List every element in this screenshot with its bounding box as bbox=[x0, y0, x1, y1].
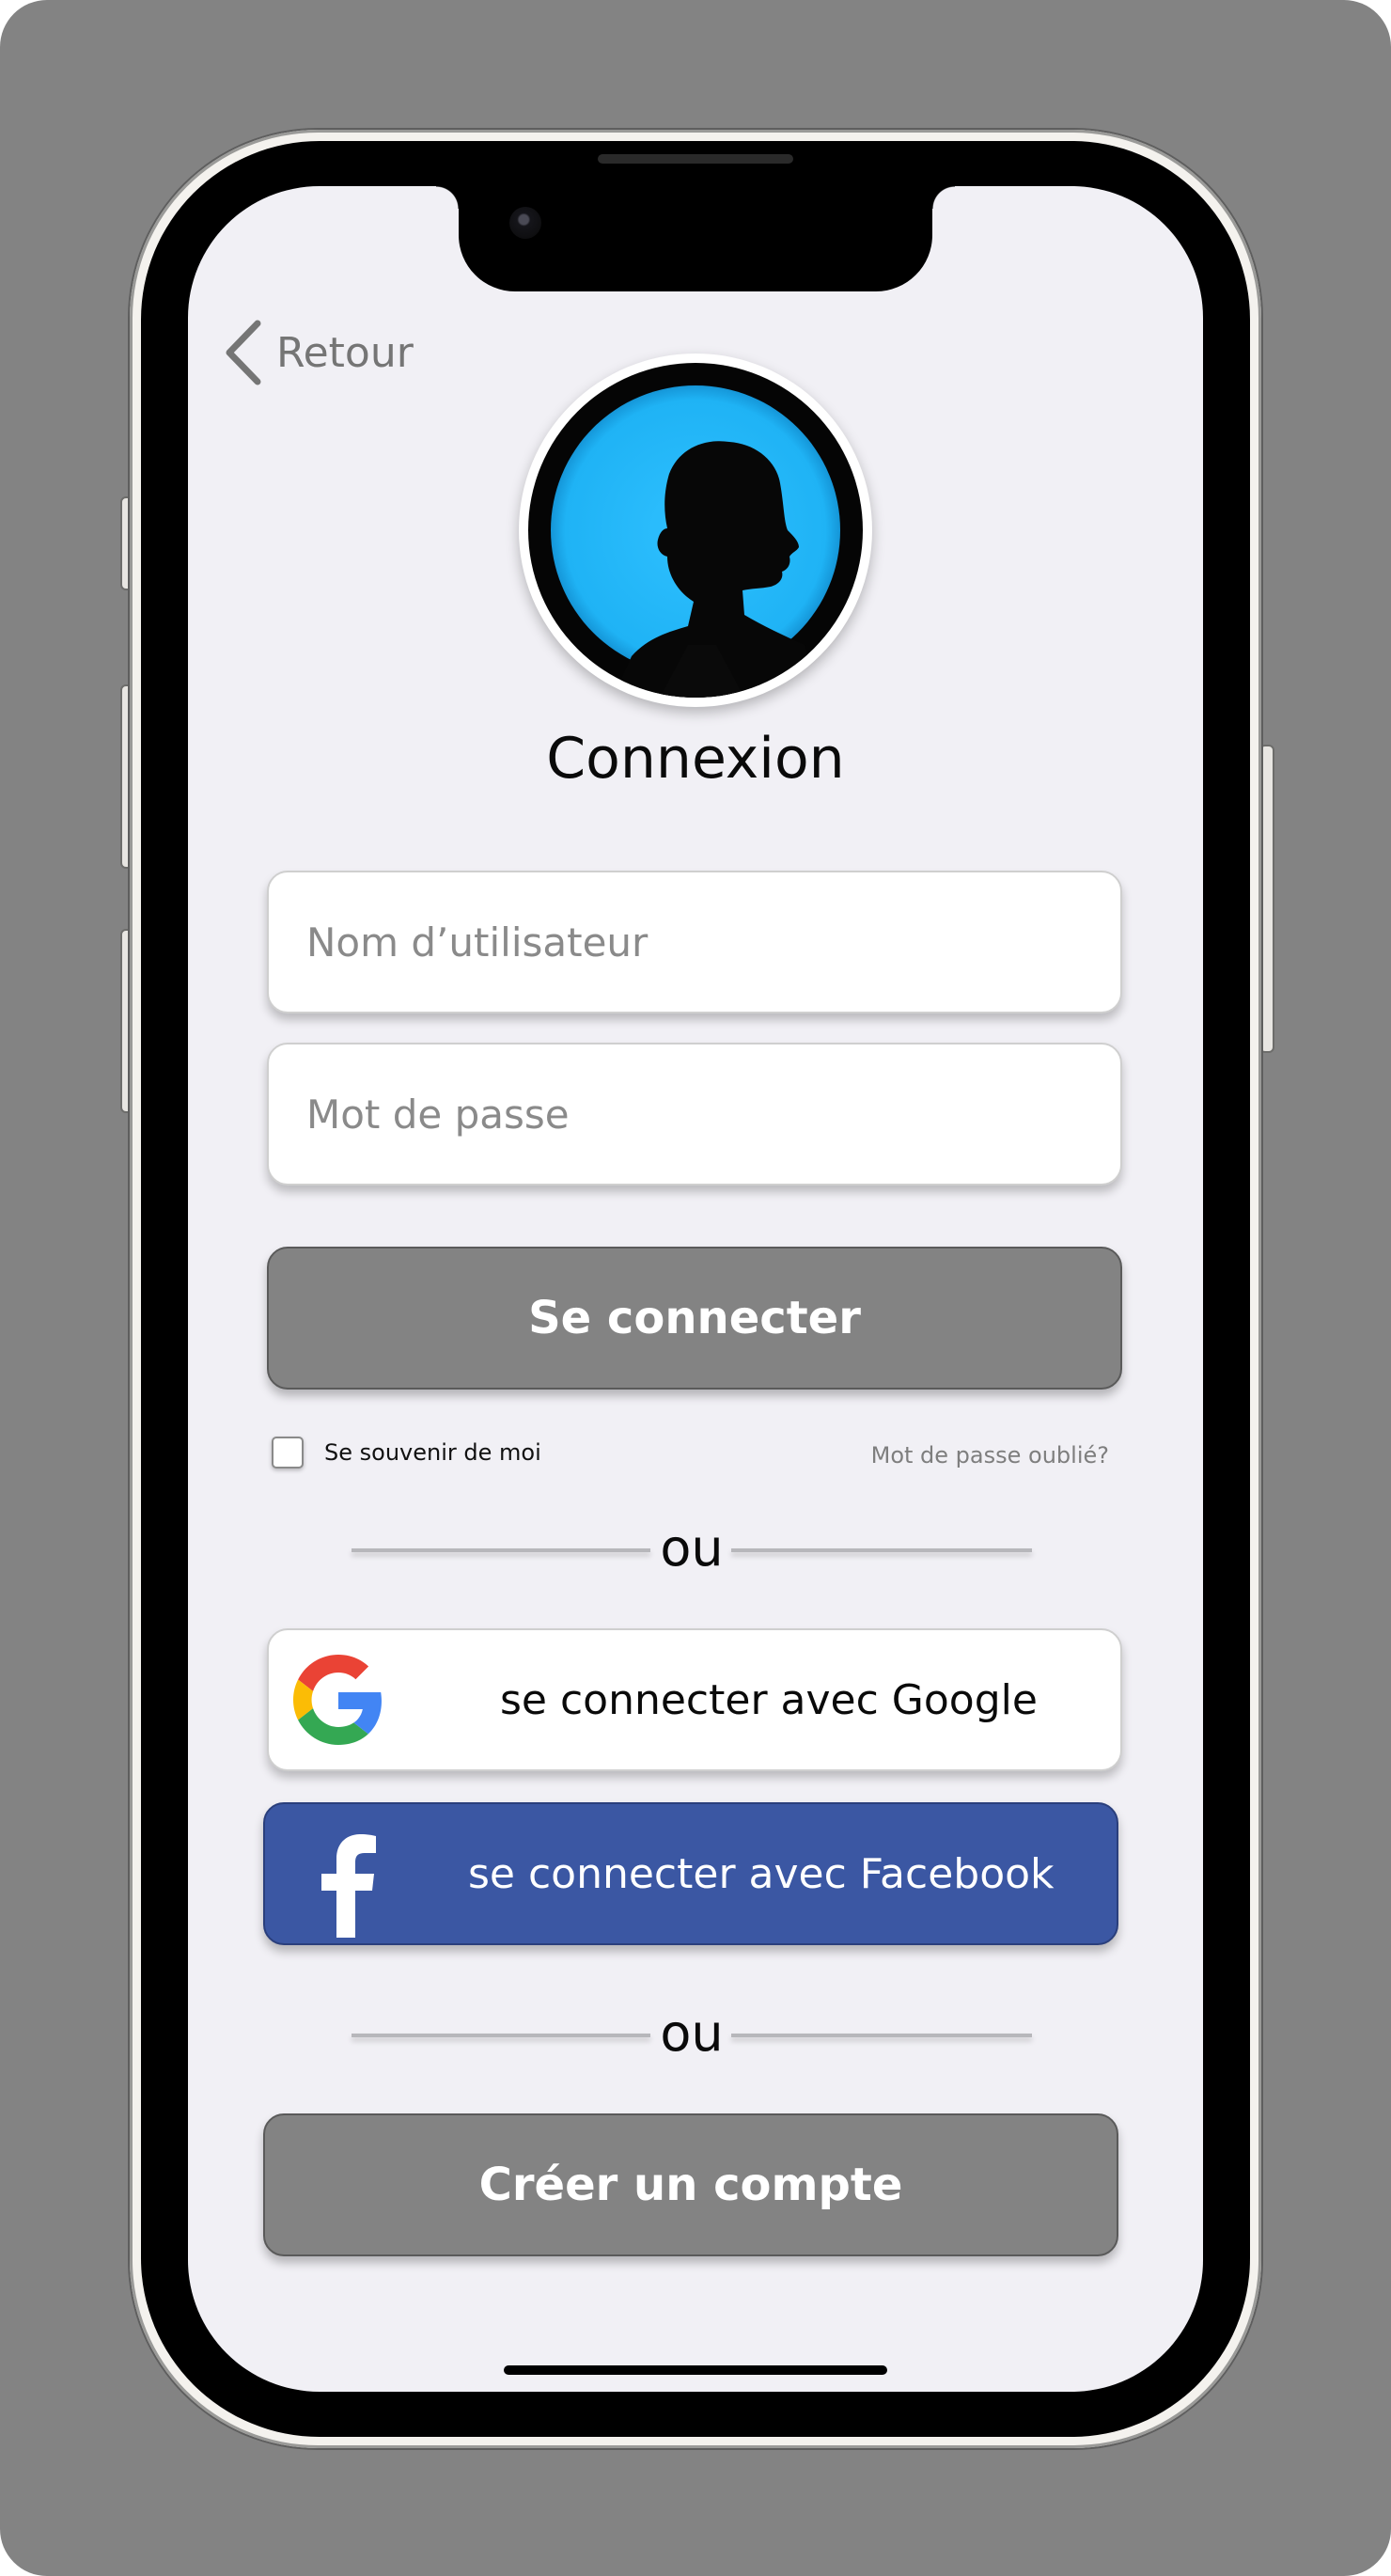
page-title: Connexion bbox=[546, 726, 845, 792]
back-label: Retour bbox=[276, 328, 414, 377]
chevron-left-icon bbox=[226, 320, 261, 385]
divider-or-2: ou bbox=[352, 2001, 1032, 2066]
google-login-button[interactable]: se connecter avec Google bbox=[267, 1628, 1122, 1771]
remember-me[interactable]: Se souvenir de moi bbox=[272, 1437, 541, 1469]
facebook-login-button[interactable]: se connecter avec Facebook bbox=[263, 1802, 1118, 1945]
create-account-button[interactable]: Créer un compte bbox=[263, 2113, 1118, 2256]
divider-or-1: ou bbox=[352, 1516, 1032, 1581]
password-field[interactable]: Mot de passe bbox=[267, 1043, 1122, 1186]
login-button[interactable]: Se connecter bbox=[267, 1247, 1122, 1390]
remember-checkbox[interactable] bbox=[272, 1437, 304, 1469]
username-field[interactable]: Nom d’utilisateur bbox=[267, 871, 1122, 1013]
back-button[interactable]: Retour bbox=[222, 320, 414, 385]
google-logo-icon bbox=[293, 1655, 382, 1745]
divider-or-1-label: ou bbox=[660, 1518, 724, 1578]
username-placeholder: Nom d’utilisateur bbox=[306, 919, 649, 966]
divider-or-2-label: ou bbox=[660, 2003, 724, 2063]
facebook-login-label: se connecter avec Facebook bbox=[468, 1849, 1055, 1898]
camera-icon bbox=[509, 207, 541, 239]
remember-label: Se souvenir de moi bbox=[324, 1439, 541, 1466]
password-placeholder: Mot de passe bbox=[306, 1091, 570, 1138]
speaker bbox=[598, 154, 793, 164]
facebook-logo-icon bbox=[321, 1834, 376, 1938]
create-account-label: Créer un compte bbox=[478, 2159, 903, 2211]
user-silhouette-icon bbox=[551, 385, 840, 698]
google-login-label: se connecter avec Google bbox=[500, 1675, 1038, 1724]
avatar bbox=[519, 353, 872, 707]
notch bbox=[436, 186, 955, 291]
login-button-label: Se connecter bbox=[528, 1292, 861, 1344]
home-indicator bbox=[504, 2365, 887, 2375]
forgot-password-link[interactable]: Mot de passe oublié? bbox=[871, 1442, 1109, 1469]
